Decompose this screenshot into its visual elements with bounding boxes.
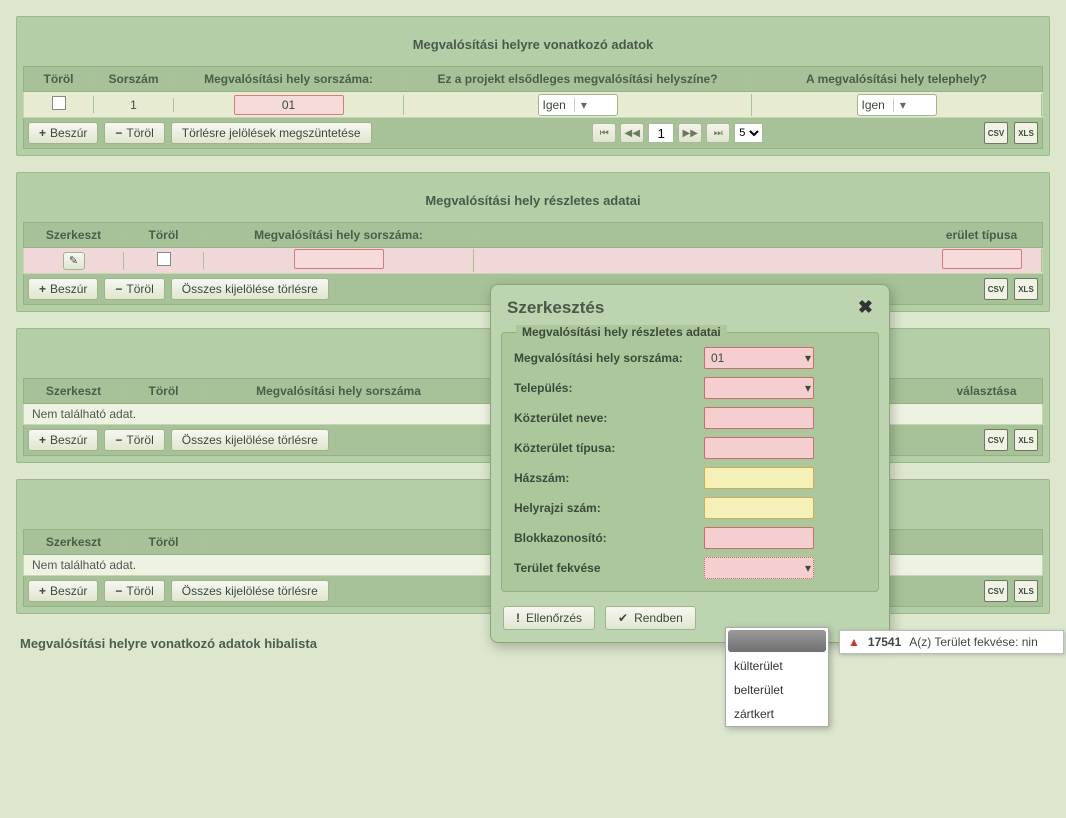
chevron-down-icon: ▾ <box>805 561 811 575</box>
check-icon: ✔ <box>618 611 628 625</box>
export-csv-icon[interactable]: CSV <box>984 278 1008 300</box>
hely-sorszam-input[interactable]: 01 <box>234 95 344 115</box>
section-megvalositasi-hely: Megvalósítási helyre vonatkozó adatok Tö… <box>16 16 1050 156</box>
edit-dialog: Szerkesztés ✖ Megvalósítási hely részlet… <box>490 284 890 643</box>
torol-button[interactable]: −Töröl <box>104 122 164 144</box>
torol-button[interactable]: −Töröl <box>104 580 164 602</box>
chevron-down-icon: ▾ <box>893 98 906 112</box>
dropdown-option[interactable]: külterület <box>726 654 828 678</box>
rendben-button[interactable]: ✔Rendben <box>605 606 696 630</box>
beszur-button[interactable]: +Beszúr <box>28 278 98 300</box>
validation-tooltip: ▲ 17541 A(z) Terület fekvése: nin <box>839 630 1064 654</box>
section1-title: Megvalósítási helyre vonatkozó adatok <box>23 23 1043 66</box>
export-xls-icon[interactable]: XLS <box>1014 122 1038 144</box>
warning-icon: ▲ <box>848 635 860 649</box>
telephely-select[interactable]: Igen▾ <box>857 94 937 116</box>
tooltip-text: A(z) Terület fekvése: nin <box>909 635 1038 649</box>
torles-megszuntetese-button[interactable]: Törlésre jelölések megszüntetése <box>171 122 372 144</box>
beszur-button[interactable]: +Beszúr <box>28 122 98 144</box>
export-xls-icon[interactable]: XLS <box>1014 429 1038 451</box>
pager-last-icon[interactable]: ⏭ <box>706 123 730 143</box>
terulet-fekvese-dropdown[interactable]: külterület belterület zártkert <box>725 627 829 727</box>
terulet-tipusa-input[interactable] <box>942 249 1022 269</box>
table-row: ✎ <box>23 248 1043 274</box>
close-icon[interactable]: ✖ <box>858 297 873 318</box>
pager-first-icon[interactable]: ⏮ <box>592 123 616 143</box>
kozterulet-tipusa-input[interactable] <box>704 437 814 459</box>
chevron-down-icon: ▾ <box>574 98 587 112</box>
beszur-button[interactable]: +Beszúr <box>28 580 98 602</box>
dropdown-option-blank[interactable] <box>728 630 826 652</box>
export-csv-icon[interactable]: CSV <box>984 580 1008 602</box>
terulet-fekvese-select[interactable]: ▾ <box>704 557 814 579</box>
osszes-kijeloles-button[interactable]: Összes kijelölése törlésre <box>171 429 329 451</box>
delete-checkbox[interactable] <box>157 252 171 266</box>
pager-next-icon[interactable]: ▶▶ <box>678 123 702 143</box>
tooltip-code: 17541 <box>868 635 901 649</box>
export-csv-icon[interactable]: CSV <box>984 429 1008 451</box>
dropdown-option[interactable]: zártkert <box>726 702 828 726</box>
beszur-button[interactable]: +Beszúr <box>28 429 98 451</box>
delete-checkbox[interactable] <box>52 96 66 110</box>
grid1-head: Töröl Sorszám Megvalósítási hely sorszám… <box>23 66 1043 92</box>
telepules-select[interactable]: ▾ <box>704 377 814 399</box>
helyrajzi-input[interactable] <box>704 497 814 519</box>
torol-button[interactable]: −Töröl <box>104 429 164 451</box>
elsodleges-select[interactable]: Igen▾ <box>538 94 618 116</box>
section2-title: Megvalósítási hely részletes adatai <box>23 179 1043 222</box>
grid2-head: Szerkeszt Töröl Megvalósítási hely sorsz… <box>23 222 1043 248</box>
table-row: 1 01 Igen▾ Igen▾ <box>23 92 1043 118</box>
dialog-legend: Megvalósítási hely részletes adatai <box>516 325 727 339</box>
hely-sorszam-input[interactable] <box>294 249 384 269</box>
pager-page-input[interactable] <box>648 123 674 143</box>
blokk-input[interactable] <box>704 527 814 549</box>
dialog-title: Szerkesztés <box>507 298 604 318</box>
export-xls-icon[interactable]: XLS <box>1014 278 1038 300</box>
edit-icon[interactable]: ✎ <box>63 252 85 270</box>
export-csv-icon[interactable]: CSV <box>984 122 1008 144</box>
chevron-down-icon: ▾ <box>805 351 811 365</box>
osszes-kijeloles-button[interactable]: Összes kijelölése törlésre <box>171 580 329 602</box>
osszes-kijeloles-button[interactable]: Összes kijelölése törlésre <box>171 278 329 300</box>
pager-size-select[interactable]: 5 <box>734 123 763 143</box>
torol-button[interactable]: −Töröl <box>104 278 164 300</box>
grid1-bottom: +Beszúr −Töröl Törlésre jelölések megszü… <box>23 118 1043 149</box>
kozterulet-neve-input[interactable] <box>704 407 814 429</box>
hazszam-input[interactable] <box>704 467 814 489</box>
chevron-down-icon: ▾ <box>805 381 811 395</box>
sorszam-select[interactable]: 01▾ <box>704 347 814 369</box>
pager-prev-icon[interactable]: ◀◀ <box>620 123 644 143</box>
pager: ⏮ ◀◀ ▶▶ ⏭ 5 <box>378 123 979 143</box>
dropdown-option[interactable]: belterület <box>726 678 828 702</box>
export-xls-icon[interactable]: XLS <box>1014 580 1038 602</box>
ellenorzes-button[interactable]: !Ellenőrzés <box>503 606 595 630</box>
